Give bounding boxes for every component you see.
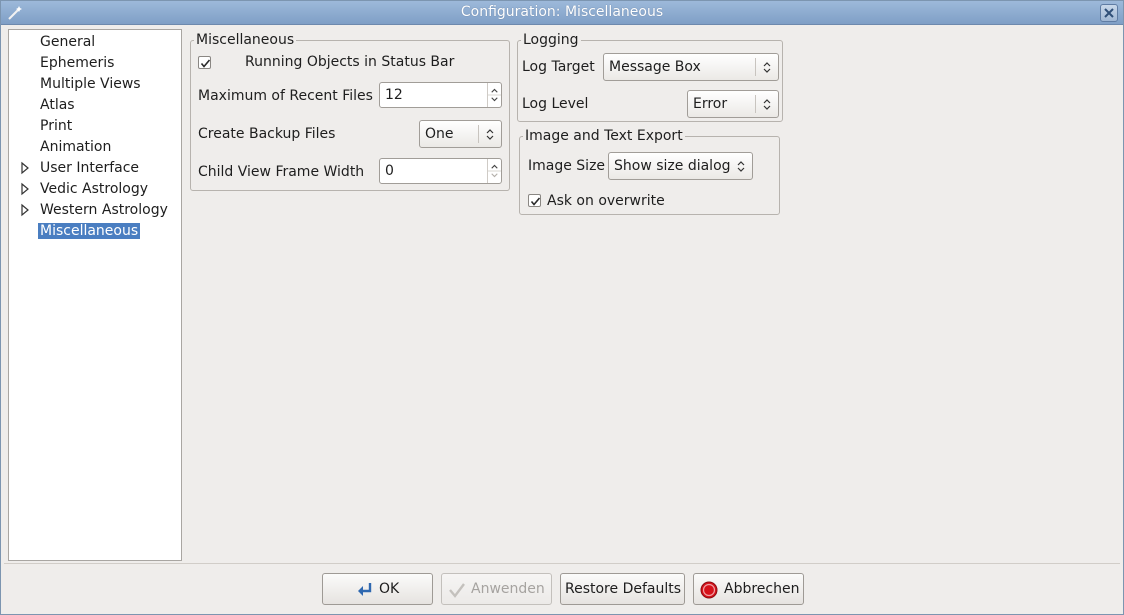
log-level-label: Log Level (522, 96, 589, 112)
nav-item-general[interactable]: General (40, 32, 95, 52)
nav-item-label: Western Astrology (40, 202, 168, 218)
combo-separator (478, 125, 479, 143)
title-bar[interactable]: Configuration: Miscellaneous (1, 1, 1123, 25)
combo-separator (755, 58, 756, 76)
misc-group-title: Miscellaneous (194, 31, 297, 49)
expand-arrow-icon[interactable] (18, 182, 32, 196)
checkmark-icon (530, 197, 541, 206)
nav-item-multiple-views[interactable]: Multiple Views (40, 74, 141, 94)
spin-arrows-icon[interactable] (487, 159, 501, 183)
spin-arrows-icon[interactable] (487, 83, 501, 107)
recent-files-value: 12 (385, 87, 403, 103)
enter-arrow-icon (358, 583, 372, 596)
nav-item-label: Ephemeris (40, 55, 115, 71)
running-objects-label[interactable]: Running Objects in Status Bar (245, 53, 454, 71)
ok-button-label: OK (379, 581, 400, 597)
updown-arrow-icon (763, 99, 771, 110)
nav-item-user-interface[interactable]: User Interface (21, 158, 140, 178)
config-dialog: Configuration: Miscellaneous General Eph… (0, 0, 1124, 615)
image-size-label: Image Size (528, 158, 606, 174)
ask-overwrite-label[interactable]: Ask on overwrite (547, 192, 665, 210)
nav-item-atlas[interactable]: Atlas (40, 95, 75, 115)
updown-arrow-icon (737, 161, 745, 172)
window-title: Configuration: Miscellaneous (460, 4, 664, 20)
log-level-value: Error (693, 96, 728, 112)
expand-arrow-icon[interactable] (18, 203, 32, 217)
nav-item-ephemeris[interactable]: Ephemeris (40, 53, 114, 73)
updown-arrow-icon (763, 62, 771, 73)
running-objects-checkbox[interactable] (198, 56, 211, 69)
category-tree[interactable]: General Ephemeris Multiple Views Atlas P… (8, 29, 182, 561)
close-button[interactable] (1100, 4, 1118, 22)
image-size-combo[interactable]: Show size dialog (608, 152, 753, 180)
recent-files-label: Maximum of Recent Files (198, 88, 373, 104)
backup-files-value: One (425, 126, 454, 142)
nav-item-label: Atlas (40, 97, 75, 113)
nav-item-label: Vedic Astrology (40, 181, 149, 197)
nav-item-label: Print (40, 118, 73, 134)
export-group: Image and Text Export Image Size Show si… (519, 127, 780, 215)
checkmark-icon (200, 59, 211, 68)
nav-item-miscellaneous[interactable]: Miscellaneous (38, 221, 141, 241)
restore-defaults-button[interactable]: Restore Defaults (560, 573, 685, 605)
nav-item-western-astrology[interactable]: Western Astrology (21, 200, 168, 220)
footer-divider (4, 563, 1120, 564)
checkmark-icon (449, 583, 465, 598)
nav-item-print[interactable]: Print (40, 116, 72, 136)
nav-item-label: Multiple Views (40, 76, 141, 92)
logging-group-title: Logging (521, 31, 581, 49)
recent-files-spinbox[interactable]: 12 (379, 82, 502, 108)
cancel-button-label: Abbrechen (724, 581, 800, 597)
apply-button-label: Anwenden (471, 581, 545, 597)
nav-item-label: General (40, 34, 96, 50)
log-target-value: Message Box (609, 59, 701, 75)
log-level-combo[interactable]: Error (687, 90, 779, 118)
frame-width-label: Child View Frame Width (198, 164, 365, 180)
ask-overwrite-checkbox[interactable] (528, 194, 541, 207)
backup-files-combo[interactable]: One (419, 120, 502, 148)
nav-item-label: Miscellaneous (38, 223, 141, 239)
stop-icon (700, 581, 718, 599)
image-size-value: Show size dialog (614, 158, 731, 174)
frame-width-spinbox[interactable]: 0 (379, 158, 502, 184)
log-target-combo[interactable]: Message Box (603, 53, 779, 81)
cancel-button[interactable]: Abbrechen (693, 573, 804, 605)
logging-group: Logging Log Target Message Box Log Level… (517, 31, 783, 122)
apply-button[interactable]: Anwenden (441, 573, 552, 605)
misc-group: Miscellaneous Running Objects in Status … (190, 31, 510, 191)
nav-item-animation[interactable]: Animation (40, 137, 111, 157)
frame-width-value: 0 (385, 163, 394, 179)
restore-defaults-label: Restore Defaults (565, 581, 682, 597)
nav-item-label: Animation (40, 139, 112, 155)
expand-arrow-icon[interactable] (18, 161, 32, 175)
export-group-title: Image and Text Export (523, 127, 685, 145)
backup-files-label: Create Backup Files (198, 126, 336, 142)
nav-item-vedic-astrology[interactable]: Vedic Astrology (21, 179, 149, 199)
combo-separator (755, 95, 756, 113)
ok-button[interactable]: OK (322, 573, 433, 605)
close-icon (1104, 8, 1114, 18)
log-target-label: Log Target (522, 59, 595, 75)
updown-arrow-icon (486, 129, 494, 140)
nav-item-label: User Interface (40, 160, 140, 176)
